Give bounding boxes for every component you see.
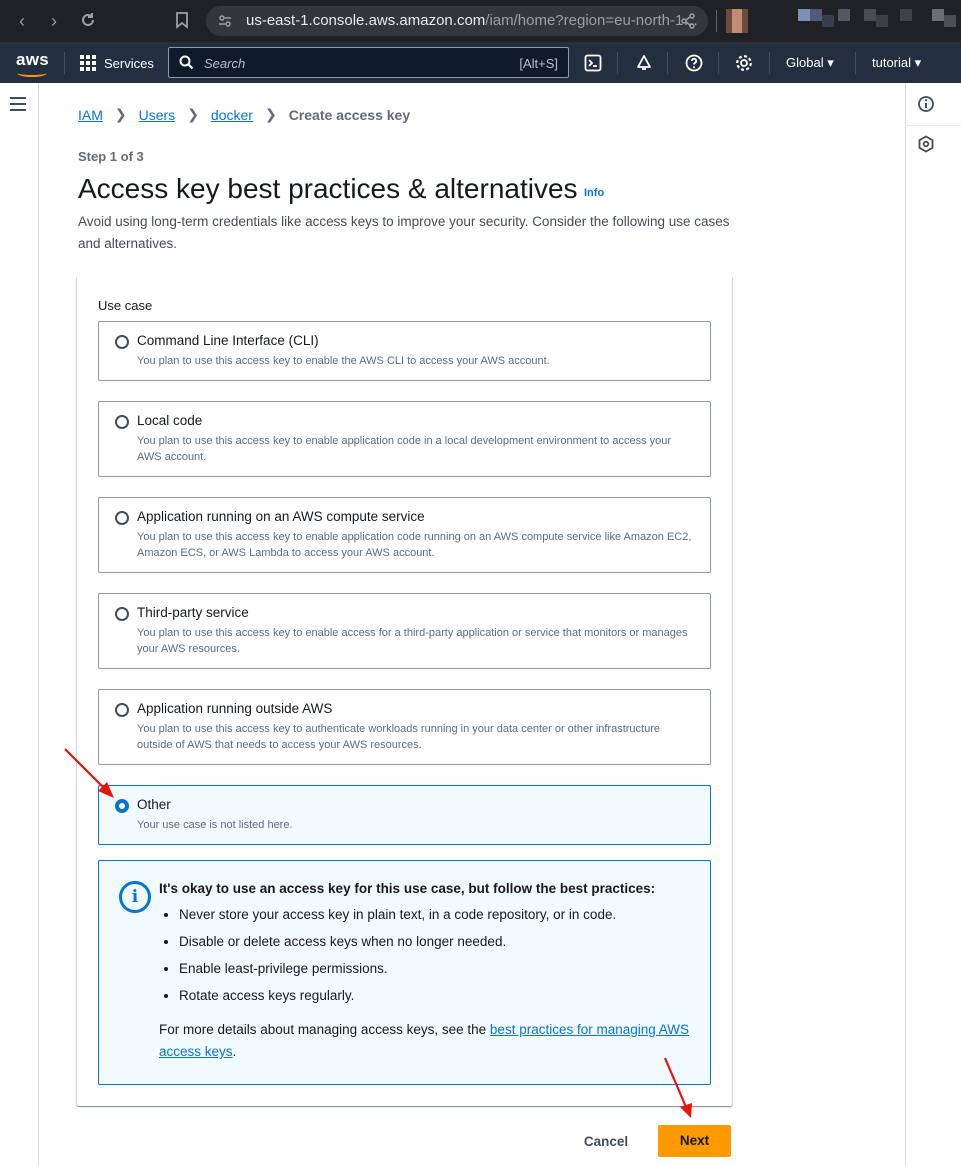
services-menu[interactable]: Services — [80, 52, 154, 74]
step-indicator: Step 1 of 3 — [78, 149, 144, 164]
radio-button[interactable] — [115, 703, 129, 717]
list-item: Never store your access key in plain tex… — [179, 907, 616, 934]
alert-title: It's okay to use an access key for this … — [159, 881, 656, 896]
caret-down-icon: ▾ — [827, 55, 834, 70]
nav-divider — [769, 52, 770, 74]
option-title: Other — [137, 797, 171, 812]
url-text: us-east-1.console.aws.amazon.com/iam/hom… — [246, 12, 698, 29]
alert-footer-end: . — [232, 1044, 237, 1059]
option-third-party[interactable]: Third-party service You plan to use this… — [98, 593, 711, 669]
breadcrumb-users[interactable]: Users — [139, 107, 176, 123]
list-item: Rotate access keys regularly. — [179, 988, 616, 1015]
option-aws-compute[interactable]: Application running on an AWS compute se… — [98, 497, 711, 573]
help-icon[interactable] — [683, 52, 705, 74]
radio-button[interactable] — [115, 607, 129, 621]
best-practices-alert: i It's okay to use an access key for thi… — [98, 860, 711, 1085]
chevron-right-icon: ❯ — [114, 106, 127, 122]
option-description: You plan to use this access key to enabl… — [137, 355, 550, 367]
share-icon[interactable] — [680, 13, 696, 34]
rail-divider — [905, 125, 961, 126]
account-label: tutorial — [872, 55, 912, 70]
radio-button[interactable] — [115, 511, 129, 525]
alert-footer-text: For more details about managing access k… — [159, 1022, 490, 1037]
services-grid-icon — [80, 55, 96, 71]
reload-icon[interactable] — [78, 11, 98, 31]
search-placeholder: Search — [204, 56, 246, 71]
option-description: You plan to use this access key to enabl… — [137, 435, 672, 463]
aws-top-navigation: aws Services Search [Alt+S] Global ▾ tut… — [0, 42, 961, 83]
cloudshell-icon[interactable] — [582, 52, 604, 74]
site-info-icon[interactable] — [218, 14, 232, 33]
address-bar[interactable]: us-east-1.console.aws.amazon.com/iam/hom… — [206, 6, 708, 36]
forward-icon[interactable]: › — [44, 11, 64, 31]
list-item: Enable least-privilege permissions. — [179, 961, 616, 988]
nav-divider — [64, 52, 65, 74]
url-host: us-east-1.console.aws.amazon.com — [246, 12, 486, 29]
alert-list: Never store your access key in plain tex… — [159, 907, 616, 1015]
region-label: Global — [786, 55, 824, 70]
search-input[interactable]: Search [Alt+S] — [168, 47, 569, 78]
breadcrumb-docker[interactable]: docker — [211, 107, 253, 123]
nav-divider — [617, 52, 618, 74]
tutorial-hexagon-icon[interactable] — [917, 135, 935, 158]
cancel-button[interactable]: Cancel — [574, 1126, 638, 1157]
option-description: You plan to use this access key to enabl… — [137, 531, 692, 559]
browser-toolbar: ‹ › us-east-1.console.aws.amazon.com/iam… — [0, 0, 961, 42]
search-icon — [179, 55, 194, 75]
nav-divider — [667, 52, 668, 74]
breadcrumb: IAM ❯ Users ❯ docker ❯ Create access key — [78, 106, 410, 123]
nav-divider — [855, 52, 856, 74]
page-title: Access key best practices & alternatives — [78, 173, 578, 204]
menu-hamburger-icon[interactable] — [10, 97, 26, 115]
info-panel-icon[interactable] — [917, 95, 935, 118]
breadcrumb-iam[interactable]: IAM — [78, 107, 103, 123]
aws-logo-smile — [17, 69, 47, 77]
annotation-arrow-icon — [663, 1057, 692, 1118]
option-title: Application running on an AWS compute se… — [137, 509, 425, 524]
option-title: Command Line Interface (CLI) — [137, 333, 319, 348]
next-button[interactable]: Next — [658, 1125, 731, 1157]
search-shortcut: [Alt+S] — [519, 56, 558, 71]
account-menu[interactable]: tutorial ▾ — [872, 55, 921, 71]
left-navigation-rail — [0, 83, 39, 1166]
back-icon[interactable]: ‹ — [12, 11, 32, 31]
info-link[interactable]: Info — [584, 187, 604, 199]
option-cli[interactable]: Command Line Interface (CLI) You plan to… — [98, 321, 711, 381]
option-outside-aws[interactable]: Application running outside AWS You plan… — [98, 689, 711, 765]
use-case-label: Use case — [98, 298, 153, 313]
radio-button[interactable] — [115, 335, 129, 349]
alert-footer: For more details about managing access k… — [159, 1019, 699, 1063]
option-local-code[interactable]: Local code You plan to use this access k… — [98, 401, 711, 477]
region-selector[interactable]: Global ▾ — [786, 55, 834, 71]
nav-divider — [718, 52, 719, 74]
chevron-right-icon: ❯ — [187, 106, 199, 122]
aws-logo-text: aws — [16, 50, 50, 69]
caret-down-icon: ▾ — [914, 55, 922, 70]
chevron-right-icon: ❯ — [264, 106, 277, 122]
option-title: Local code — [137, 413, 203, 428]
radio-button[interactable] — [115, 415, 129, 429]
option-description: You plan to use this access key to authe… — [137, 723, 661, 751]
option-title: Third-party service — [137, 605, 249, 620]
option-description: You plan to use this access key to enabl… — [137, 627, 688, 655]
page-description: Avoid using long-term credentials like a… — [78, 214, 730, 251]
bookmark-icon[interactable] — [172, 11, 192, 31]
services-label: Services — [104, 55, 154, 71]
settings-gear-icon[interactable] — [733, 52, 755, 74]
info-circle-icon: i — [119, 881, 151, 913]
option-description: Your use case is not listed here. — [137, 819, 293, 831]
annotation-arrow-icon — [64, 748, 114, 798]
list-item: Disable or delete access keys when no lo… — [179, 934, 616, 961]
right-tools-rail — [905, 83, 961, 1166]
option-other[interactable]: Other Your use case is not listed here. — [98, 785, 711, 845]
notifications-bell-icon[interactable] — [633, 52, 655, 74]
profile-avatar[interactable] — [726, 9, 748, 33]
toolbar-divider — [716, 10, 717, 32]
breadcrumb-current: Create access key — [288, 106, 411, 123]
url-path: /iam/home?region=eu-north-1… — [485, 12, 699, 29]
option-title: Application running outside AWS — [137, 701, 333, 716]
